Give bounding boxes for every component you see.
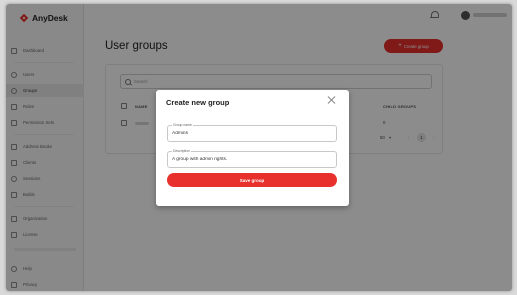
group-name-input[interactable] [172,131,332,136]
description-field[interactable]: Description [167,149,337,168]
dialog-title: Create new group [166,98,230,107]
close-icon[interactable] [328,96,336,104]
group-name-label: Group name [172,123,193,127]
app-window: AnyDesk Dashboard Users Groups Roles Per… [6,4,512,291]
save-group-button[interactable]: Save group [167,173,337,187]
description-input[interactable] [172,157,332,162]
group-name-field[interactable]: Group name [167,123,337,142]
description-label: Description [172,149,191,153]
create-group-dialog: Create new group Group name Description … [156,90,349,206]
